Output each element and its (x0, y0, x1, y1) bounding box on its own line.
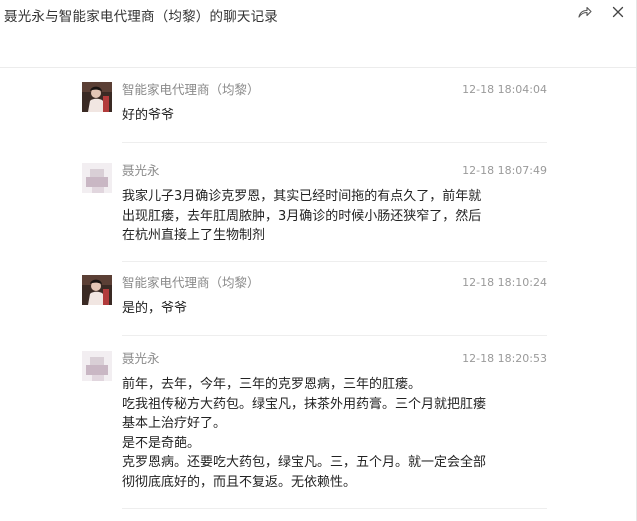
photo-avatar-icon (82, 275, 112, 305)
message-time: 12-18 18:04:04 (462, 83, 547, 96)
close-button[interactable] (608, 2, 628, 22)
close-icon (612, 6, 624, 18)
message-time: 12-18 18:20:53 (462, 352, 547, 365)
message-item: 智能家电代理商（均黎） 12-18 18:04:04 好的爷爷 (82, 82, 547, 142)
message-list[interactable]: 智能家电代理商（均黎） 12-18 18:04:04 好的爷爷 聂光永 12-1… (0, 68, 636, 521)
sender-name: 智能家电代理商（均黎） (122, 275, 260, 290)
message-item: 智能家电代理商（均黎） 12-18 18:10:24 是的，爷爷 (82, 275, 547, 335)
sender-avatar[interactable] (82, 82, 112, 112)
chat-history-window: 聂光永与智能家电代理商（均黎）的聊天记录 智能家电代理商（均黎） 12-18 1… (0, 0, 637, 521)
message-text: 好的爷爷 (122, 108, 175, 123)
photo-avatar-icon (82, 82, 112, 112)
message-divider (122, 142, 547, 143)
message-divider (122, 508, 547, 509)
message-text: 我家儿子3月确诊克罗恩，其实已经时间拖的有点久了，前年就 出现肛瘘，去年肛周脓肿… (122, 189, 482, 243)
sender-name: 智能家电代理商（均黎） (122, 82, 260, 97)
message-divider (122, 335, 547, 336)
blurred-avatar-icon (82, 351, 112, 381)
message-time: 12-18 18:10:24 (462, 276, 547, 289)
sender-avatar[interactable] (82, 275, 112, 305)
blurred-avatar-icon (82, 163, 112, 193)
share-button[interactable] (575, 2, 595, 22)
sender-name: 聂光永 (122, 163, 160, 178)
message-item: 聂光永 12-18 18:07:49 我家儿子3月确诊克罗恩，其实已经时间拖的有… (82, 163, 547, 258)
message-item: 聂光永 12-18 18:20:53 前年，去年，今年，三年的克罗恩病，三年的肛… (82, 351, 547, 501)
message-text: 是的，爷爷 (122, 301, 188, 316)
message-time: 12-18 18:07:49 (462, 164, 547, 177)
sender-name: 聂光永 (122, 351, 160, 366)
window-title: 聂光永与智能家电代理商（均黎）的聊天记录 (4, 9, 278, 25)
sender-avatar[interactable] (82, 163, 112, 193)
sender-avatar[interactable] (82, 351, 112, 381)
message-text: 前年，去年，今年，三年的克罗恩病，三年的肛瘘。 吃我祖传秘方大药包。绿宝凡，抹茶… (122, 377, 487, 490)
title-bar: 聂光永与智能家电代理商（均黎）的聊天记录 (0, 0, 636, 68)
share-arrow-icon (578, 6, 592, 18)
message-divider (122, 261, 547, 262)
